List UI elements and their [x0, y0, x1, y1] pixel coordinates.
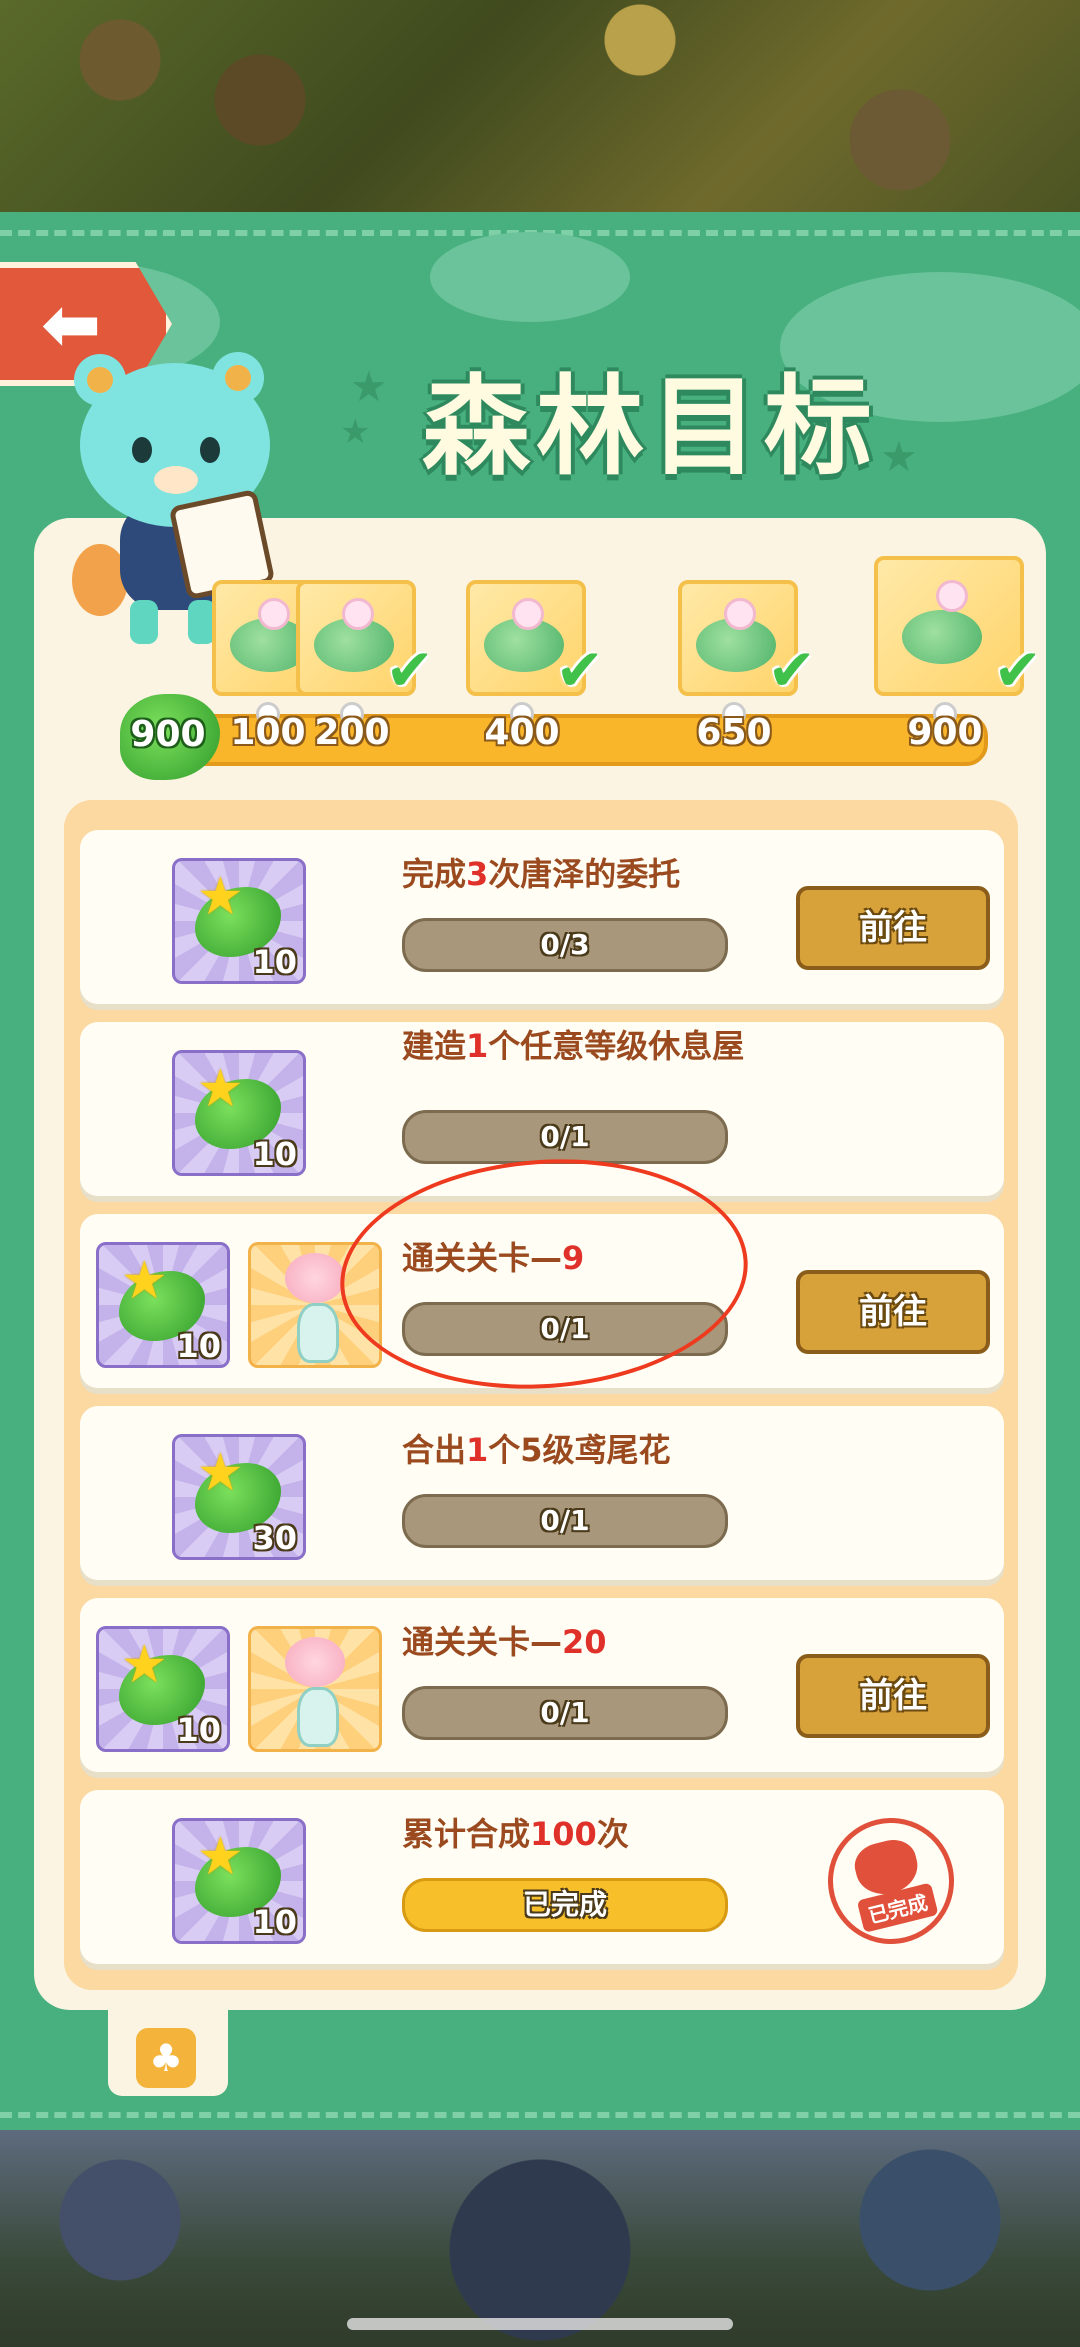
game-background-bottom [0, 2130, 1080, 2347]
star-icon: ★ [197, 1059, 244, 1119]
garden-scene-icon: ✔ [678, 580, 816, 704]
star-icon: ★ [197, 1443, 244, 1503]
star-decoration: ★ [350, 362, 388, 411]
milestone-value: 900 [907, 712, 983, 753]
task-description: 累计合成100次 [402, 1815, 629, 1853]
task-row: ★ 10 完成3次唐泽的委托 0/3 前往 [80, 830, 1004, 1004]
task-row: ★ 10 通关关卡—20 0/1 前往 [80, 1598, 1004, 1772]
task-progress-bar: 已完成 [402, 1878, 728, 1932]
milestone-reward[interactable]: ✔ [466, 580, 604, 726]
reward-leaf: ★ 10 [96, 1626, 230, 1752]
star-icon: ★ [197, 867, 244, 927]
home-indicator[interactable] [347, 2318, 733, 2330]
task-description: 建造1个任意等级休息屋 [402, 1027, 745, 1065]
reward-quantity: 10 [252, 943, 297, 981]
reward-leaf: ★ 30 [172, 1434, 306, 1560]
star-decoration: ★ [340, 412, 371, 452]
task-progress-bar: 0/1 [402, 1494, 728, 1548]
reward-quantity: 10 [252, 1135, 297, 1173]
reward-vase [248, 1626, 382, 1752]
task-row: ★ 10 累计合成100次 已完成 已完成 [80, 1790, 1004, 1964]
milestone-reward[interactable]: ✔ [874, 556, 1042, 726]
task-progress-bar: 0/3 [402, 918, 728, 972]
bottom-dashed-border [0, 2112, 1080, 2118]
reward-leaf: ★ 10 [172, 1818, 306, 1944]
task-description: 完成3次唐泽的委托 [402, 855, 681, 893]
task-description: 合出1个5级鸢尾花 [402, 1431, 671, 1469]
flower-icon [285, 1637, 345, 1687]
reward-quantity: 10 [176, 1711, 221, 1749]
tree-card-icon: ♣ [136, 2028, 196, 2088]
leaf-points-value: 900 [130, 714, 206, 755]
milestone-reward[interactable]: ✔ [296, 580, 434, 726]
reward-leaf: ★ 10 [172, 858, 306, 984]
milestone-value: 200 [314, 712, 390, 753]
reward-quantity: 10 [176, 1327, 221, 1365]
milestone-value: 650 [696, 712, 772, 753]
star-icon: ★ [197, 1827, 244, 1887]
garden-scene-icon: ✔ [296, 580, 434, 704]
checkmark-icon: ✔ [993, 636, 1042, 704]
vase-icon [297, 1687, 339, 1747]
go-button[interactable]: 前往 [796, 886, 990, 970]
task-row: ★ 30 合出1个5级鸢尾花 0/1 [80, 1406, 1004, 1580]
flower-icon [285, 1253, 345, 1303]
star-icon: ★ [121, 1251, 168, 1311]
reward-quantity: 30 [252, 1519, 297, 1557]
vase-icon [297, 1303, 339, 1363]
task-progress-bar: 0/1 [402, 1686, 728, 1740]
go-button[interactable]: 前往 [796, 1654, 990, 1738]
star-icon: ★ [121, 1635, 168, 1695]
cloud-decoration [430, 232, 630, 322]
bottom-tab[interactable]: ♣ [108, 2010, 228, 2096]
checkmark-icon: ✔ [555, 636, 604, 704]
garden-scene-icon: ✔ [466, 580, 604, 704]
milestone-reward[interactable]: ✔ [678, 580, 816, 726]
task-description: 通关关卡—20 [402, 1623, 607, 1661]
reward-leaf: ★ 10 [172, 1050, 306, 1176]
checkmark-icon: ✔ [385, 636, 434, 704]
reward-leaf: ★ 10 [96, 1242, 230, 1368]
milestone-value: 400 [484, 712, 560, 753]
page-title: 森林目标 [421, 365, 878, 490]
checkmark-icon: ✔ [767, 636, 816, 704]
game-background-top [0, 0, 1080, 215]
go-button[interactable]: 前往 [796, 1270, 990, 1354]
garden-scene-icon: ✔ [874, 556, 1042, 704]
reward-quantity: 10 [252, 1903, 297, 1941]
task-progress-bar: 0/1 [402, 1110, 728, 1164]
